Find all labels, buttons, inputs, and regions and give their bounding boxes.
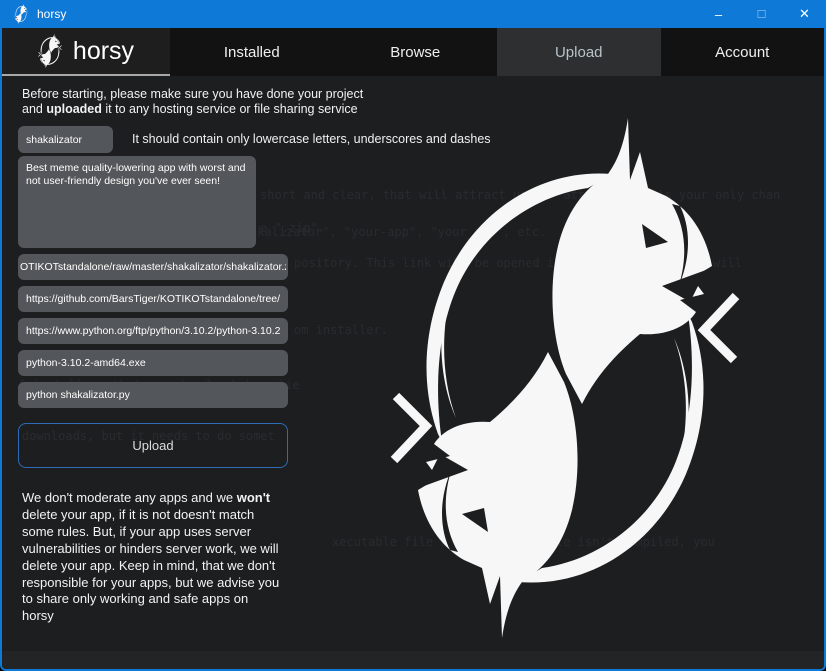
- app-window: horsy – ☐ ✕ horsy Installed Browse Uploa…: [0, 0, 826, 671]
- intro-uploaded-bold: uploaded: [46, 102, 102, 116]
- description-textarea[interactable]: Best meme quality-lowering app with wors…: [18, 156, 256, 248]
- tab-upload[interactable]: Upload: [497, 28, 661, 76]
- moderation-disclaimer: We don't moderate any apps and we won't …: [22, 490, 282, 625]
- minimize-button[interactable]: –: [697, 0, 740, 28]
- window-titlebar[interactable]: horsy – ☐ ✕: [0, 0, 826, 28]
- tab-account[interactable]: Account: [661, 28, 825, 76]
- window-title: horsy: [37, 7, 66, 21]
- disclaimer-wont-bold: won't: [237, 490, 270, 505]
- upload-button[interactable]: Upload: [18, 423, 288, 468]
- close-button[interactable]: ✕: [783, 0, 826, 28]
- intro-line2-suffix: it to any hosting service or file sharin…: [102, 102, 358, 116]
- run-command-input[interactable]: [18, 382, 288, 408]
- tab-installed[interactable]: Installed: [170, 28, 334, 76]
- app-name-hint: It should contain only lowercase letters…: [132, 132, 491, 146]
- maximize-button[interactable]: ☐: [740, 0, 783, 28]
- brand-home-button[interactable]: horsy: [2, 28, 170, 76]
- faint-hint-text: om installer.: [294, 323, 388, 337]
- nav-bar: horsy Installed Browse Upload Account: [2, 28, 824, 76]
- repo-link-input[interactable]: [18, 286, 288, 312]
- intro-line1: Before starting, please make sure you ha…: [22, 87, 363, 101]
- horsy-logo-icon: [14, 3, 28, 25]
- intro-line2-prefix: and: [22, 102, 46, 116]
- app-name-input[interactable]: [18, 126, 113, 153]
- horsy-logo-large: [390, 98, 740, 658]
- disclaimer-part1: We don't moderate any apps and we: [22, 490, 237, 505]
- disclaimer-part2: delete your app, if it is not doesn't ma…: [22, 507, 279, 623]
- installer-name-input[interactable]: [18, 350, 288, 376]
- horsy-logo-icon: [38, 32, 62, 70]
- upload-intro-text: Before starting, please make sure you ha…: [22, 87, 363, 117]
- upload-page: xecutable file name. If your file isn't …: [2, 76, 824, 669]
- tab-browse[interactable]: Browse: [334, 28, 498, 76]
- brand-title: horsy: [73, 37, 134, 66]
- zip-link-input[interactable]: [18, 254, 288, 280]
- interpreter-link-input[interactable]: [18, 318, 288, 344]
